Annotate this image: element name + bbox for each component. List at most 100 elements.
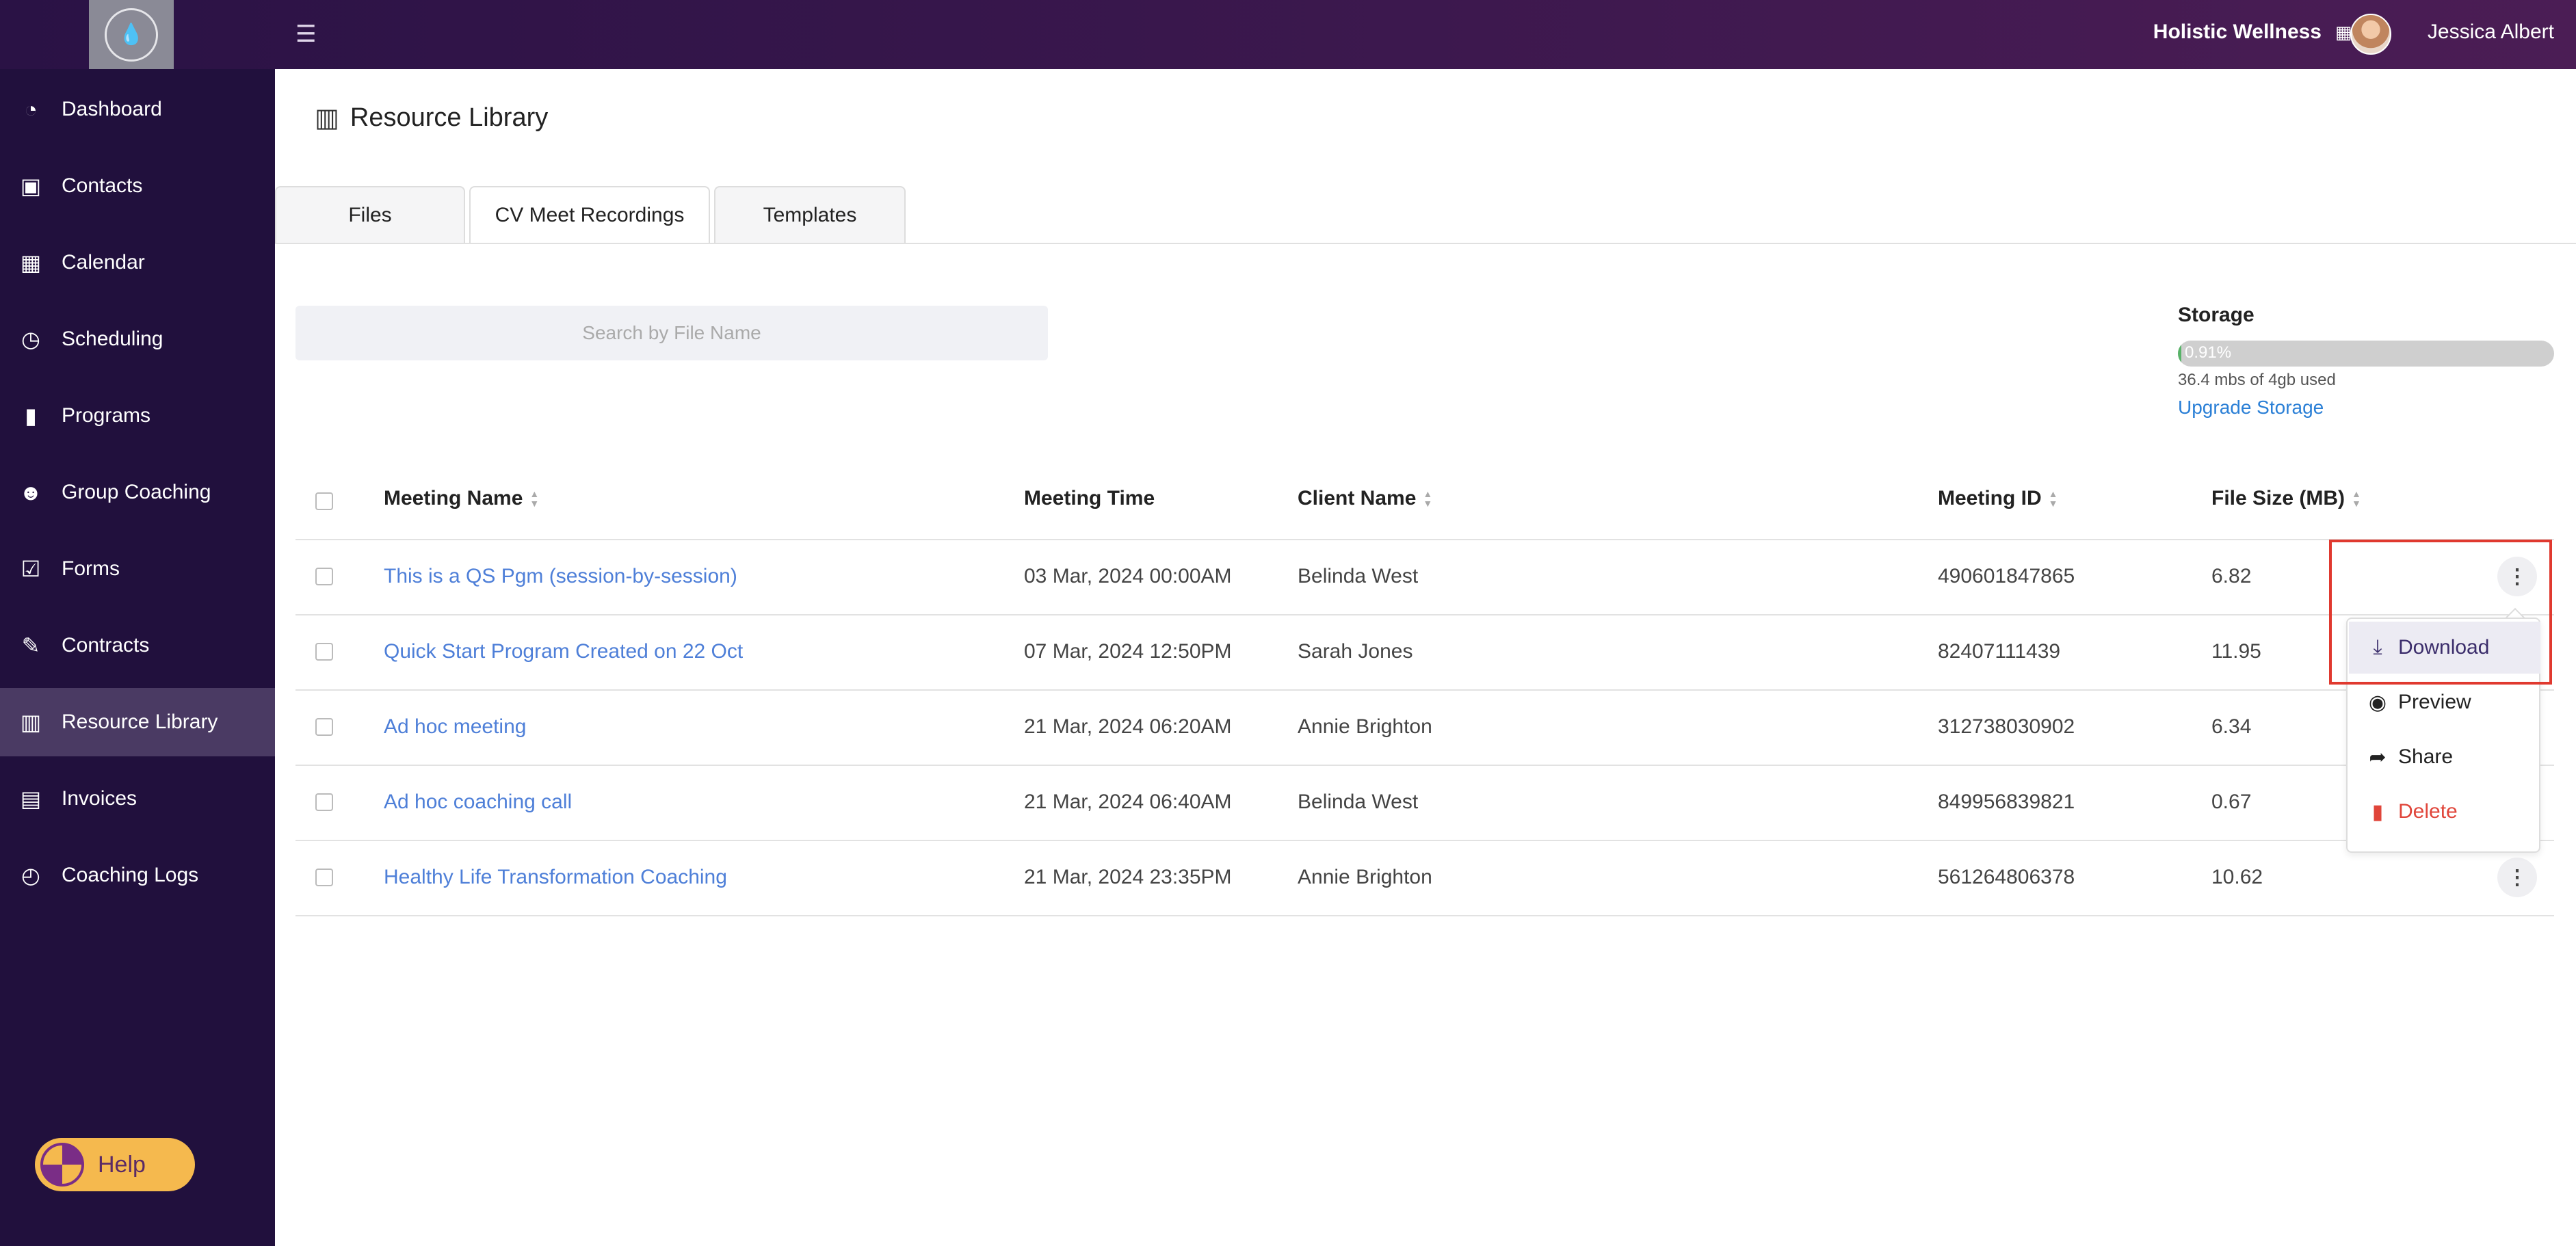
table-divider	[295, 689, 2554, 691]
sidebar-item-label: Contacts	[62, 174, 143, 197]
eye-icon: ◉	[2368, 691, 2387, 714]
sidebar-item-label: Forms	[62, 557, 120, 580]
tab-files[interactable]: Files	[275, 186, 465, 243]
sidebar-item-calendar[interactable]: ▦ Calendar	[0, 228, 275, 297]
user-name[interactable]: Jessica Albert	[2428, 21, 2554, 44]
users-icon: ☻	[19, 479, 42, 505]
file-size: 11.95	[2211, 640, 2261, 663]
row-checkbox[interactable]	[315, 718, 333, 736]
client-name: Belinda West	[1298, 565, 1419, 587]
table-divider	[295, 614, 2554, 615]
client-name: Belinda West	[1298, 791, 1419, 813]
sort-icon[interactable]: ▲ ▼	[2352, 489, 2361, 508]
sidebar-item-programs[interactable]: ▮ Programs	[0, 382, 275, 450]
calendar-clock-icon: ◷	[21, 327, 40, 352]
more-options-icon[interactable]: ⋮	[2497, 858, 2537, 897]
client-name: Sarah Jones	[1298, 640, 1413, 663]
client-name: Annie Brighton	[1298, 715, 1432, 738]
row-checkbox[interactable]	[315, 643, 333, 661]
meeting-time: 21 Mar, 2024 06:20AM	[1024, 715, 1232, 738]
menu-item-share[interactable]: ➦ Share	[2349, 731, 2540, 783]
tab-cv-meet-recordings-label: CV Meet Recordings	[495, 204, 685, 226]
page-title: ▥ Resource Library	[315, 103, 548, 133]
upgrade-storage-link[interactable]: Upgrade Storage	[2178, 397, 2324, 419]
signature-icon: ✎	[21, 633, 40, 658]
sort-icon[interactable]: ▲ ▼	[529, 489, 539, 508]
sidebar-item-label: Contracts	[62, 634, 150, 657]
search-input[interactable]	[295, 306, 1048, 360]
help-button[interactable]: Help	[35, 1138, 195, 1191]
sort-icon[interactable]: ▲ ▼	[1423, 489, 1432, 508]
sidebar-item-resource-library[interactable]: ▥ Resource Library	[0, 688, 275, 756]
sidebar-item-contracts[interactable]: ✎ Contracts	[0, 611, 275, 680]
meeting-id: 561264806378	[1938, 866, 2075, 888]
menu-item-label: Preview	[2398, 691, 2471, 713]
contact-card-icon: ▣	[20, 174, 42, 198]
meeting-id: 312738030902	[1938, 715, 2075, 738]
sidebar-item-scheduling[interactable]: ◷ Scheduling	[0, 305, 275, 373]
tab-templates[interactable]: Templates	[714, 186, 906, 243]
top-bar: 💧 ☰ Holistic Wellness ▦ Jessica Albert	[0, 0, 2576, 69]
row-checkbox[interactable]	[315, 869, 333, 886]
sidebar-item-dashboard[interactable]: ◔ Dashboard	[0, 75, 275, 144]
meeting-name-link[interactable]: Ad hoc meeting	[384, 715, 526, 739]
sidebar-item-invoices[interactable]: ▤ Invoices	[0, 765, 275, 833]
storage-used-text: 36.4 mbs of 4gb used	[2178, 371, 2336, 389]
tab-files-label: Files	[348, 204, 392, 226]
file-size: 6.82	[2211, 565, 2252, 587]
sidebar-item-label: Scheduling	[62, 328, 163, 350]
file-size: 6.34	[2211, 715, 2252, 738]
brand-logo[interactable]: 💧	[89, 0, 174, 69]
row-checkbox[interactable]	[315, 793, 333, 811]
org-name[interactable]: Holistic Wellness	[2153, 21, 2322, 44]
sidebar-item-contacts[interactable]: ▣ Contacts	[0, 152, 275, 220]
select-all-checkbox[interactable]	[315, 492, 333, 510]
sort-icon[interactable]: ▲ ▼	[2049, 489, 2058, 508]
table-divider	[295, 765, 2554, 766]
meeting-name-link[interactable]: Quick Start Program Created on 22 Oct	[384, 640, 743, 663]
file-size: 0.67	[2211, 791, 2252, 813]
calendar-icon: ▦	[20, 250, 42, 275]
sidebar-item-label: Coaching Logs	[62, 864, 199, 886]
sidebar-item-coaching-logs[interactable]: ◴ Coaching Logs	[0, 841, 275, 910]
sidebar-item-group-coaching[interactable]: ☻ Group Coaching	[0, 458, 275, 527]
table-divider	[295, 840, 2554, 841]
menu-item-label: Share	[2398, 745, 2454, 768]
meeting-name-link[interactable]: Ad hoc coaching call	[384, 791, 572, 814]
books-icon: ▥	[315, 104, 339, 133]
table-divider	[295, 539, 2554, 540]
sidebar-item-forms[interactable]: ☑ Forms	[0, 535, 275, 603]
meeting-name-link[interactable]: This is a QS Pgm (session-by-session)	[384, 565, 737, 588]
client-name: Annie Brighton	[1298, 866, 1432, 888]
sidebar-item-label: Resource Library	[62, 711, 218, 733]
tab-cv-meet-recordings[interactable]: CV Meet Recordings	[469, 186, 710, 243]
clock-icon: ◴	[21, 863, 40, 888]
checklist-icon: ☑	[21, 557, 41, 581]
column-header-file-size[interactable]: File Size (MB) ▲ ▼	[2211, 487, 2361, 510]
meeting-time: 03 Mar, 2024 00:00AM	[1024, 565, 1232, 587]
storage-progress-fill	[2178, 341, 2181, 367]
sidebar-item-label: Calendar	[62, 251, 145, 274]
meeting-time: 21 Mar, 2024 06:40AM	[1024, 791, 1232, 813]
sidebar-item-label: Group Coaching	[62, 481, 211, 503]
avatar[interactable]	[2350, 14, 2391, 55]
trash-icon: ▮	[2371, 800, 2384, 823]
file-size: 10.62	[2211, 866, 2263, 888]
help-label: Help	[98, 1151, 146, 1178]
books-icon: ▥	[20, 710, 42, 734]
sidebar: ◔ Dashboard ▣ Contacts ▦ Calendar ◷ Scheduling ▮…	[0, 69, 275, 1246]
sidebar-item-label: Invoices	[62, 787, 137, 810]
column-header-meeting-id[interactable]: Meeting ID ▲ ▼	[1938, 487, 2058, 510]
row-checkbox[interactable]	[315, 568, 333, 585]
column-header-label: File Size (MB)	[2211, 487, 2345, 509]
meeting-name-link[interactable]: Healthy Life Transformation Coaching	[384, 866, 727, 889]
column-header-client-name[interactable]: Client Name ▲ ▼	[1298, 487, 1432, 510]
hamburger-icon[interactable]: ☰	[295, 22, 323, 47]
column-header-label: Meeting ID	[1938, 487, 2042, 509]
column-header-meeting-name[interactable]: Meeting Name ▲ ▼	[384, 487, 539, 510]
meeting-id: 490601847865	[1938, 565, 2075, 587]
flame-logo-icon: 💧	[105, 8, 158, 62]
storage-title: Storage	[2178, 304, 2255, 326]
menu-item-delete[interactable]: ▮ Delete	[2349, 786, 2540, 838]
table-divider	[295, 915, 2554, 916]
